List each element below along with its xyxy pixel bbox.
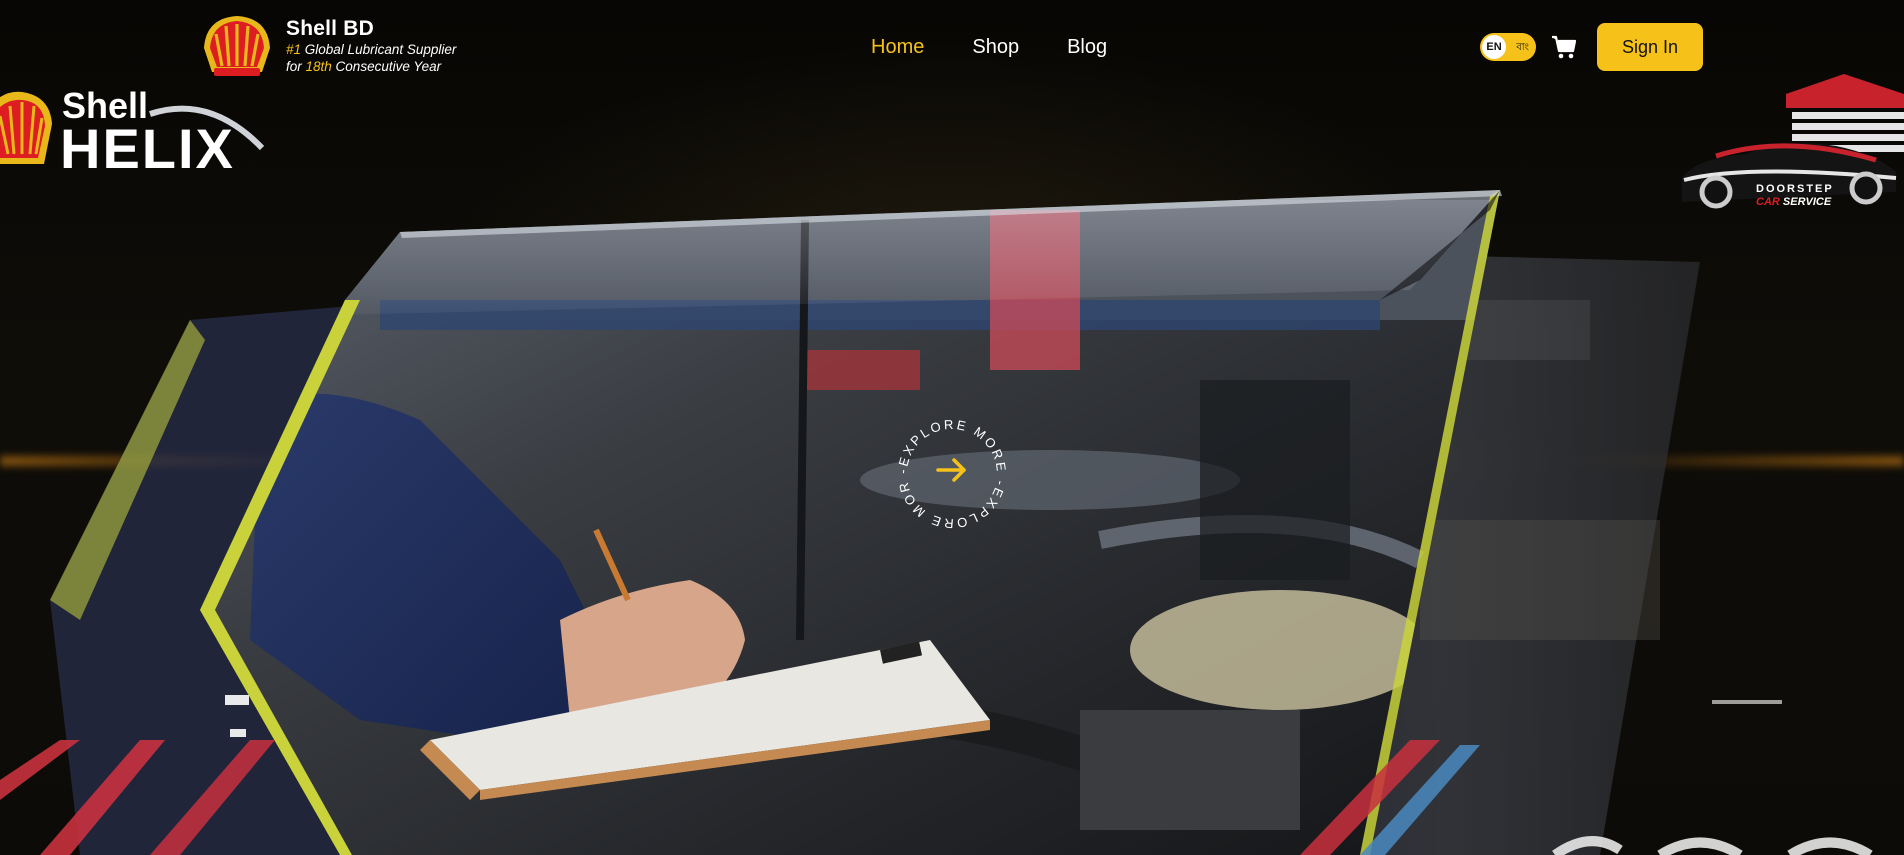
doorstep-line1: DOORSTEP (1756, 183, 1834, 195)
tagline-years: 18th (305, 59, 332, 74)
language-alternate: বাং (1516, 42, 1529, 53)
tagline-line1: Global Lubricant Supplier (301, 42, 457, 57)
shell-pecten-icon (204, 16, 270, 76)
main-nav: Home Shop Blog (871, 36, 1155, 59)
nav-shop[interactable]: Shop (972, 36, 1019, 59)
brand-tagline: #1 Global Lubricant Supplier for 18th Co… (286, 41, 456, 75)
tagline-for: for (286, 59, 306, 74)
language-current: EN (1482, 35, 1506, 59)
cart-icon[interactable] (1550, 33, 1578, 61)
shell-pecten-icon (0, 91, 52, 164)
brand-name: Shell BD (286, 17, 374, 40)
hero-background: -EXPLORE MORE -EXPLORE MORE Shell HELIX (0, 0, 1904, 855)
tagline-rank: #1 (286, 42, 302, 57)
site-header: Shell BD #1 Global Lubricant Supplier fo… (0, 0, 1904, 94)
arrow-right-icon (936, 458, 966, 482)
explore-more-button[interactable]: -EXPLORE MORE -EXPLORE MORE (876, 392, 1022, 544)
language-toggle[interactable]: EN বাং (1480, 33, 1536, 61)
shell-helix-logo: Shell HELIX (0, 84, 280, 180)
brand-link[interactable]: Shell BD #1 Global Lubricant Supplier fo… (202, 14, 456, 78)
explore-more-circular-text: -EXPLORE MORE -EXPLORE MORE (882, 404, 1009, 531)
doorstep-line2: CAR SERVICE (1756, 196, 1832, 208)
tagline-line2: Consecutive Year (331, 59, 442, 74)
nav-blog[interactable]: Blog (1067, 36, 1107, 59)
helix-word-helix: HELIX (60, 117, 235, 176)
nav-home[interactable]: Home (871, 36, 924, 59)
doorstep-car-service-logo: DOORSTEP CAR SERVICE (1676, 74, 1904, 214)
sign-in-button[interactable]: Sign In (1597, 23, 1703, 71)
